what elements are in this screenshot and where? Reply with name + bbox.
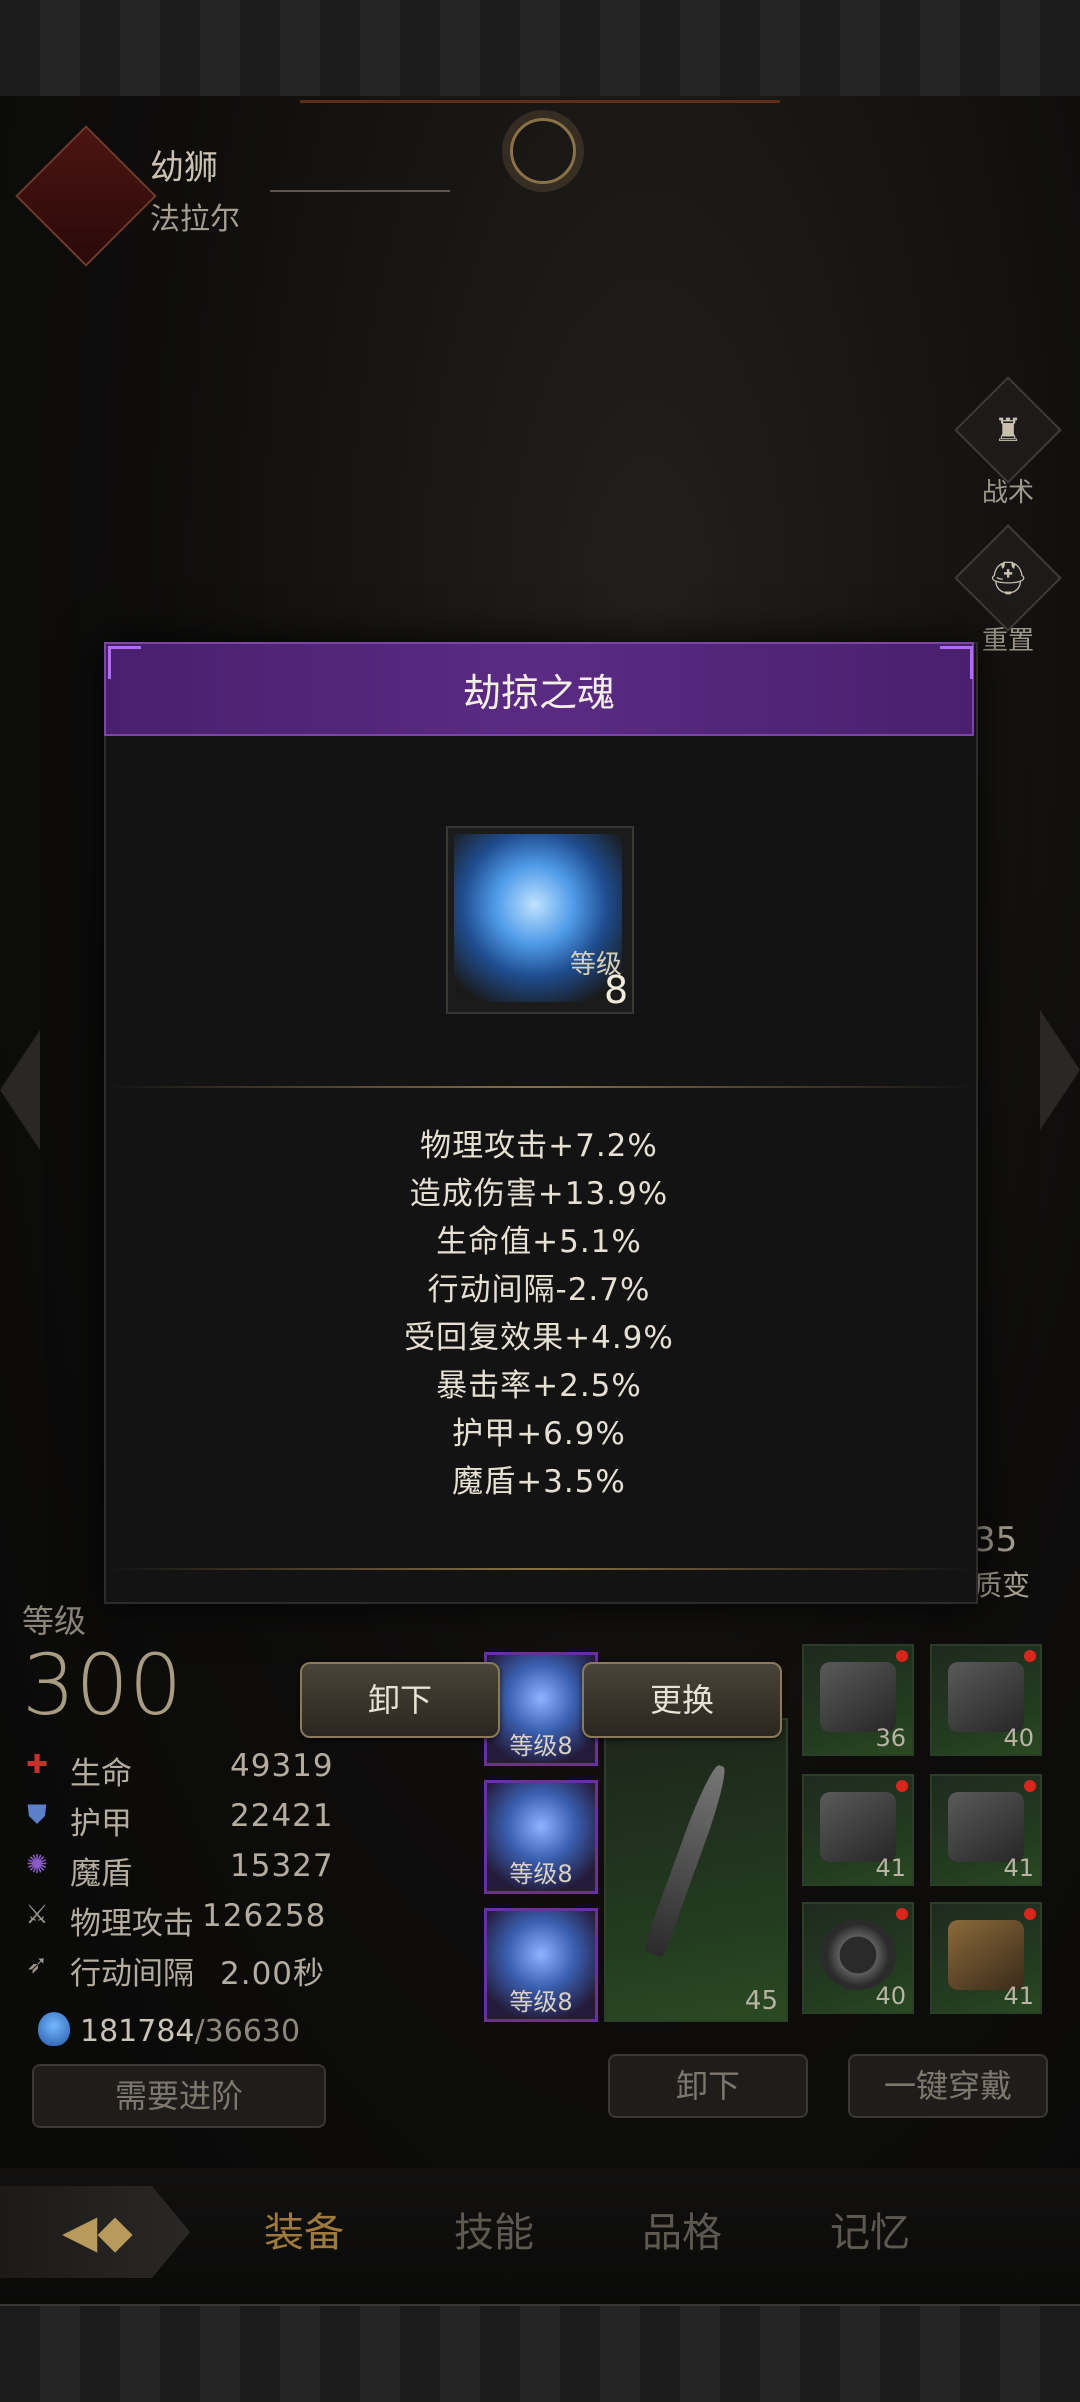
stat-name: 护甲 <box>70 1806 132 1842</box>
tactics-icon: ♜ <box>954 376 1062 484</box>
soul-slot-level: 等级8 <box>509 1860 573 1888</box>
soul-slot-level: 等级8 <box>509 1988 573 2016</box>
stat-name: 物理攻击 <box>70 1906 194 1942</box>
reset-button[interactable]: ⛑ 重置 <box>954 524 1062 657</box>
alert-dot <box>1024 1650 1036 1662</box>
gauntlet-icon <box>820 1792 896 1862</box>
popup-stat-line: 生命值+5.1% <box>436 1224 642 1260</box>
stat-row-magic-shield: ✺ 魔盾 15327 <box>22 1842 342 1892</box>
slot-level: 40 <box>875 1982 906 2010</box>
hero-name: 幼狮 <box>150 148 218 188</box>
level-value: 300 <box>22 1636 183 1734</box>
equip-slot-gun[interactable]: 41 <box>930 1774 1042 1886</box>
slot-level: 40 <box>1003 1724 1034 1752</box>
hero-subtitle: 法拉尔 <box>150 202 240 237</box>
slot-level: 41 <box>1003 1854 1034 1882</box>
equip-slot-boots[interactable]: 41 <box>930 1902 1042 2014</box>
next-hero-arrow-icon[interactable] <box>1040 1010 1080 1130</box>
unequip-all-button[interactable]: 卸下 <box>608 2054 808 2118</box>
slot-level: 36 <box>875 1724 906 1752</box>
back-button[interactable]: ◀◆ <box>0 2186 190 2278</box>
popup-stat-line: 行动间隔-2.7% <box>427 1272 651 1308</box>
swirl-icon: ✺ <box>26 1850 48 1880</box>
equip-slot-helmet[interactable]: 36 <box>802 1644 914 1756</box>
gun-icon <box>948 1792 1024 1862</box>
slot-level: 41 <box>1003 1982 1034 2010</box>
chest-armor-icon <box>948 1662 1024 1732</box>
popup-title: 劫掠之魂 <box>462 671 615 715</box>
soul-slot-2[interactable]: 等级8 <box>484 1780 598 1894</box>
alert-dot <box>896 1908 908 1920</box>
stat-name: 行动间隔 <box>70 1956 194 1992</box>
popup-bottom-divider <box>104 1568 974 1570</box>
soul-slot-1[interactable]: 等级8 <box>484 1652 598 1766</box>
wing-icon: ➶ <box>26 1950 48 1980</box>
alert-dot <box>896 1650 908 1662</box>
advance-button[interactable]: 需要进阶 <box>32 2064 326 2128</box>
weapon-level: 45 <box>744 1986 778 2016</box>
alert-dot <box>896 1780 908 1792</box>
stat-value: 2.00秒 <box>220 1956 326 1992</box>
stat-value: 49319 <box>230 1748 334 1784</box>
stat-row-hp: ✚ 生命 49319 <box>22 1742 342 1792</box>
boots-icon <box>948 1920 1024 1990</box>
top-frame-bar <box>0 0 1080 98</box>
soul-flame-icon <box>38 2012 70 2046</box>
stat-row-physical-attack: ⚔ 物理攻击 126258 <box>22 1892 342 1942</box>
weapon-slot[interactable]: 45 <box>604 1718 788 2022</box>
item-level-value: 8 <box>604 968 629 1012</box>
helmet-icon: ⛑ <box>954 524 1062 632</box>
popup-stat-line: 魔盾+3.5% <box>452 1464 626 1500</box>
stat-row-action-interval: ➶ 行动间隔 2.00秒 <box>22 1942 342 1992</box>
soul-count: 181784/36630 <box>80 2014 300 2049</box>
soul-slot-level: 等级8 <box>509 1732 573 1760</box>
back-diamond-icon: ◀◆ <box>62 2204 133 2258</box>
sword-icon: ⚔ <box>25 1900 49 1930</box>
popup-divider <box>104 1086 974 1088</box>
tactics-button[interactable]: ♜ 战术 <box>954 376 1062 509</box>
helmet-icon <box>820 1662 896 1732</box>
tab-memory[interactable]: 记忆 <box>800 2200 940 2258</box>
prev-hero-arrow-icon[interactable] <box>0 1030 40 1150</box>
tab-skills[interactable]: 技能 <box>424 2200 564 2258</box>
slot-level: 41 <box>875 1854 906 1882</box>
popup-unequip-button[interactable]: 卸下 <box>300 1662 500 1738</box>
stat-name: 魔盾 <box>70 1856 132 1892</box>
partial-item-level: 35 <box>974 1520 1018 1560</box>
alert-dot <box>1024 1780 1036 1792</box>
bottom-frame-bar <box>0 2304 1080 2402</box>
alert-dot <box>1024 1908 1036 1920</box>
soul-current: 181784 <box>80 2014 195 2049</box>
sun-emblem-icon <box>510 118 576 184</box>
equip-slot-ring[interactable]: 40 <box>802 1902 914 2014</box>
ring-icon <box>820 1920 896 1990</box>
popup-stat-line: 物理攻击+7.2% <box>420 1128 658 1164</box>
tab-character[interactable]: 品格 <box>612 2200 752 2258</box>
stat-name: 生命 <box>70 1756 132 1792</box>
equip-slot-gloves[interactable]: 41 <box>802 1774 914 1886</box>
stat-value: 22421 <box>230 1798 334 1834</box>
tab-equipment[interactable]: 装备 <box>234 2200 374 2258</box>
soul-slot-3[interactable]: 等级8 <box>484 1908 598 2022</box>
stat-value: 15327 <box>230 1848 334 1884</box>
stat-value: 126258 <box>202 1898 327 1934</box>
popup-replace-button[interactable]: 更换 <box>582 1662 782 1738</box>
popup-stat-line: 暴击率+2.5% <box>436 1368 642 1404</box>
partial-item-label: 质变 <box>974 1569 1031 1602</box>
sword-icon <box>642 1762 732 1958</box>
popup-stat-line: 受回复效果+4.9% <box>404 1320 674 1356</box>
soul-max: /36630 <box>194 2014 301 2049</box>
cross-icon: ✚ <box>26 1750 48 1780</box>
equip-all-button[interactable]: 一键穿戴 <box>848 2054 1048 2118</box>
popup-stat-line: 造成伤害+13.9% <box>409 1176 669 1212</box>
stat-row-armor: ⛊ 护甲 22421 <box>22 1792 342 1842</box>
equip-slot-chest[interactable]: 40 <box>930 1644 1042 1756</box>
popup-stat-line: 护甲+6.9% <box>452 1416 626 1452</box>
shield-icon: ⛊ <box>27 1800 47 1830</box>
hero-name-underline <box>270 190 450 192</box>
